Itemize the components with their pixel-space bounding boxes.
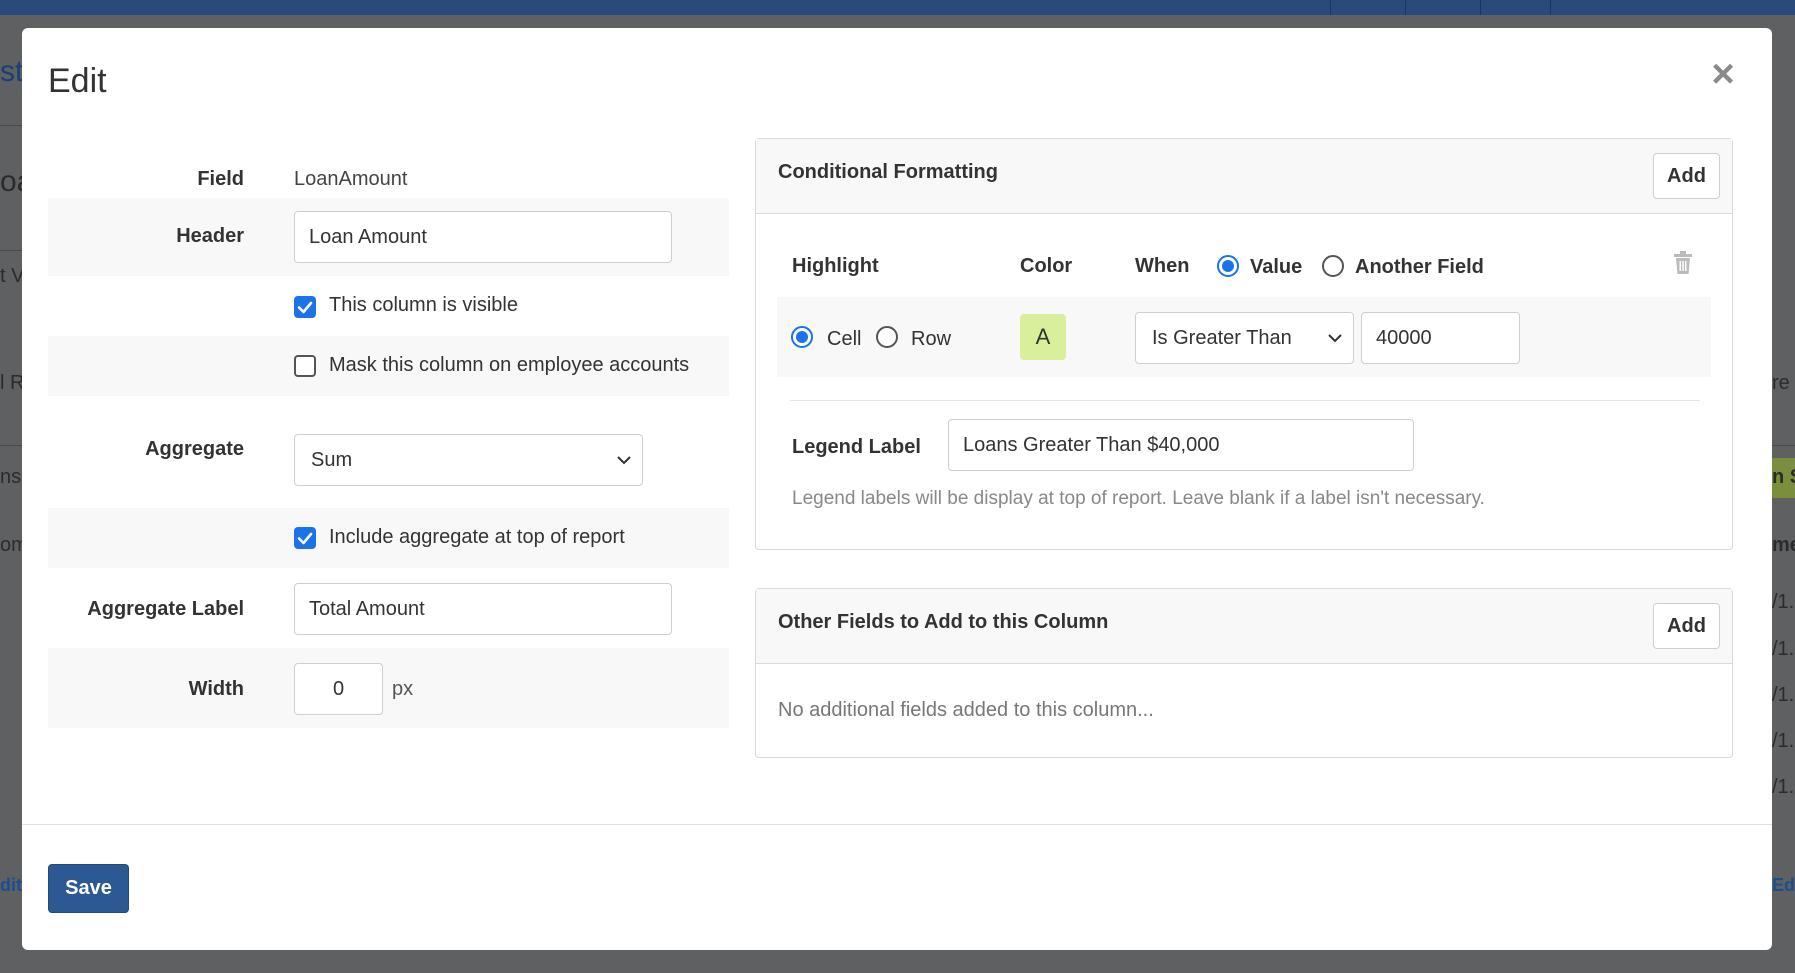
when-another-field-radio[interactable] (1322, 255, 1344, 277)
field-label: Field (197, 168, 244, 190)
include-aggregate-checkbox[interactable] (294, 527, 316, 549)
background-text: /1. (1772, 638, 1795, 660)
highlight-column-label: Highlight (792, 255, 879, 277)
background-text: n S (1772, 466, 1795, 488)
width-unit: px (392, 678, 414, 700)
aggregate-select[interactable]: Sum (294, 434, 643, 486)
background-divider (1772, 445, 1795, 446)
modal-title: Edit (48, 62, 107, 100)
background-text: re (1772, 372, 1790, 394)
background-text: ns (0, 466, 22, 488)
width-label: Width (188, 678, 244, 700)
aggregate-label-label: Aggregate Label (87, 598, 244, 620)
other-fields-title: Other Fields to Add to this Column (778, 611, 1109, 633)
background-link: dit (0, 875, 22, 895)
footer-divider (22, 824, 1772, 825)
mask-checkbox[interactable] (294, 355, 316, 377)
mask-row: Mask this column on employee accounts (48, 336, 729, 396)
header-label: Header (176, 225, 244, 247)
highlight-row-radio[interactable] (876, 326, 898, 348)
trash-icon[interactable] (1672, 251, 1694, 275)
edit-modal: Edit × Field LoanAmount Header Loan Amou… (22, 28, 1772, 950)
background-text: /1. (1772, 730, 1795, 752)
background-text: l R (0, 372, 25, 394)
check-icon (297, 532, 313, 545)
width-input[interactable]: 0 (294, 663, 383, 715)
close-icon[interactable]: × (1706, 54, 1740, 94)
conditional-formatting-title: Conditional Formatting (778, 161, 998, 183)
when-value-radio[interactable] (1217, 255, 1239, 277)
background-divider (0, 445, 22, 446)
header-input[interactable]: Loan Amount (294, 211, 672, 263)
background-divider (0, 250, 22, 251)
save-button[interactable]: Save (48, 864, 129, 913)
condition-select[interactable]: Is Greater Than (1135, 312, 1354, 364)
background-link: Ed (1772, 875, 1795, 895)
when-value-label: Value (1250, 256, 1303, 278)
topbar-separator (1480, 0, 1481, 15)
background-text: /1. (1772, 776, 1795, 798)
include-aggregate-label: Include aggregate at top of report (329, 526, 625, 548)
color-column-label: Color (1020, 255, 1073, 277)
topbar-separator (1330, 0, 1331, 15)
check-icon (297, 301, 313, 314)
visible-row: This column is visible (48, 276, 729, 336)
header-row: Header Loan Amount (48, 198, 729, 276)
aggregate-row: Aggregate Sum (48, 396, 729, 508)
aggregate-label-input[interactable]: Total Amount (294, 583, 672, 635)
background-topbar (0, 0, 1795, 15)
background-text: /1. (1772, 684, 1795, 706)
when-another-field-label: Another Field (1355, 256, 1484, 278)
background-text: t V (0, 265, 25, 287)
mask-checkbox-label: Mask this column on employee accounts (329, 354, 690, 376)
other-fields-empty-text: No additional fields added to this colum… (778, 699, 1154, 721)
legend-label-input[interactable]: Loans Greater Than $40,000 (948, 419, 1414, 471)
color-swatch[interactable]: A (1020, 314, 1066, 360)
legend-help-text: Legend labels will be display at top of … (792, 488, 1485, 509)
other-fields-header: Other Fields to Add to this Column Add (756, 589, 1732, 664)
add-field-button[interactable]: Add (1653, 603, 1720, 649)
visible-checkbox-label: This column is visible (329, 294, 518, 316)
condition-divider (790, 400, 1700, 401)
other-fields-panel: Other Fields to Add to this Column Add N… (755, 588, 1733, 758)
aggregate-label: Aggregate (145, 438, 244, 460)
background-text: me (1772, 534, 1795, 556)
chevron-down-icon (617, 456, 631, 465)
include-aggregate-row: Include aggregate at top of report (48, 508, 729, 568)
highlight-cell-label: Cell (827, 328, 862, 350)
field-value: LoanAmount (294, 168, 408, 190)
condition-value-input[interactable]: 40000 (1361, 312, 1520, 364)
topbar-separator (1550, 0, 1551, 15)
conditional-formatting-panel: Conditional Formatting Add Highlight Col… (755, 138, 1733, 550)
background-text: /1. (1772, 591, 1795, 613)
add-condition-button[interactable]: Add (1653, 153, 1720, 199)
legend-label-label: Legend Label (792, 436, 921, 458)
visible-checkbox[interactable] (294, 296, 316, 318)
background-divider (0, 125, 22, 126)
width-row: Width 0 px (48, 648, 729, 728)
highlight-cell-radio[interactable] (791, 326, 813, 348)
aggregate-label-row: Aggregate Label Total Amount (48, 568, 729, 648)
condition-selected: Is Greater Than (1152, 327, 1292, 349)
topbar-separator (1405, 0, 1406, 15)
highlight-row-label: Row (911, 328, 952, 350)
conditional-formatting-header: Conditional Formatting Add (756, 139, 1732, 214)
chevron-down-icon (1328, 334, 1342, 343)
aggregate-selected: Sum (311, 449, 353, 471)
when-column-label: When (1135, 255, 1190, 277)
